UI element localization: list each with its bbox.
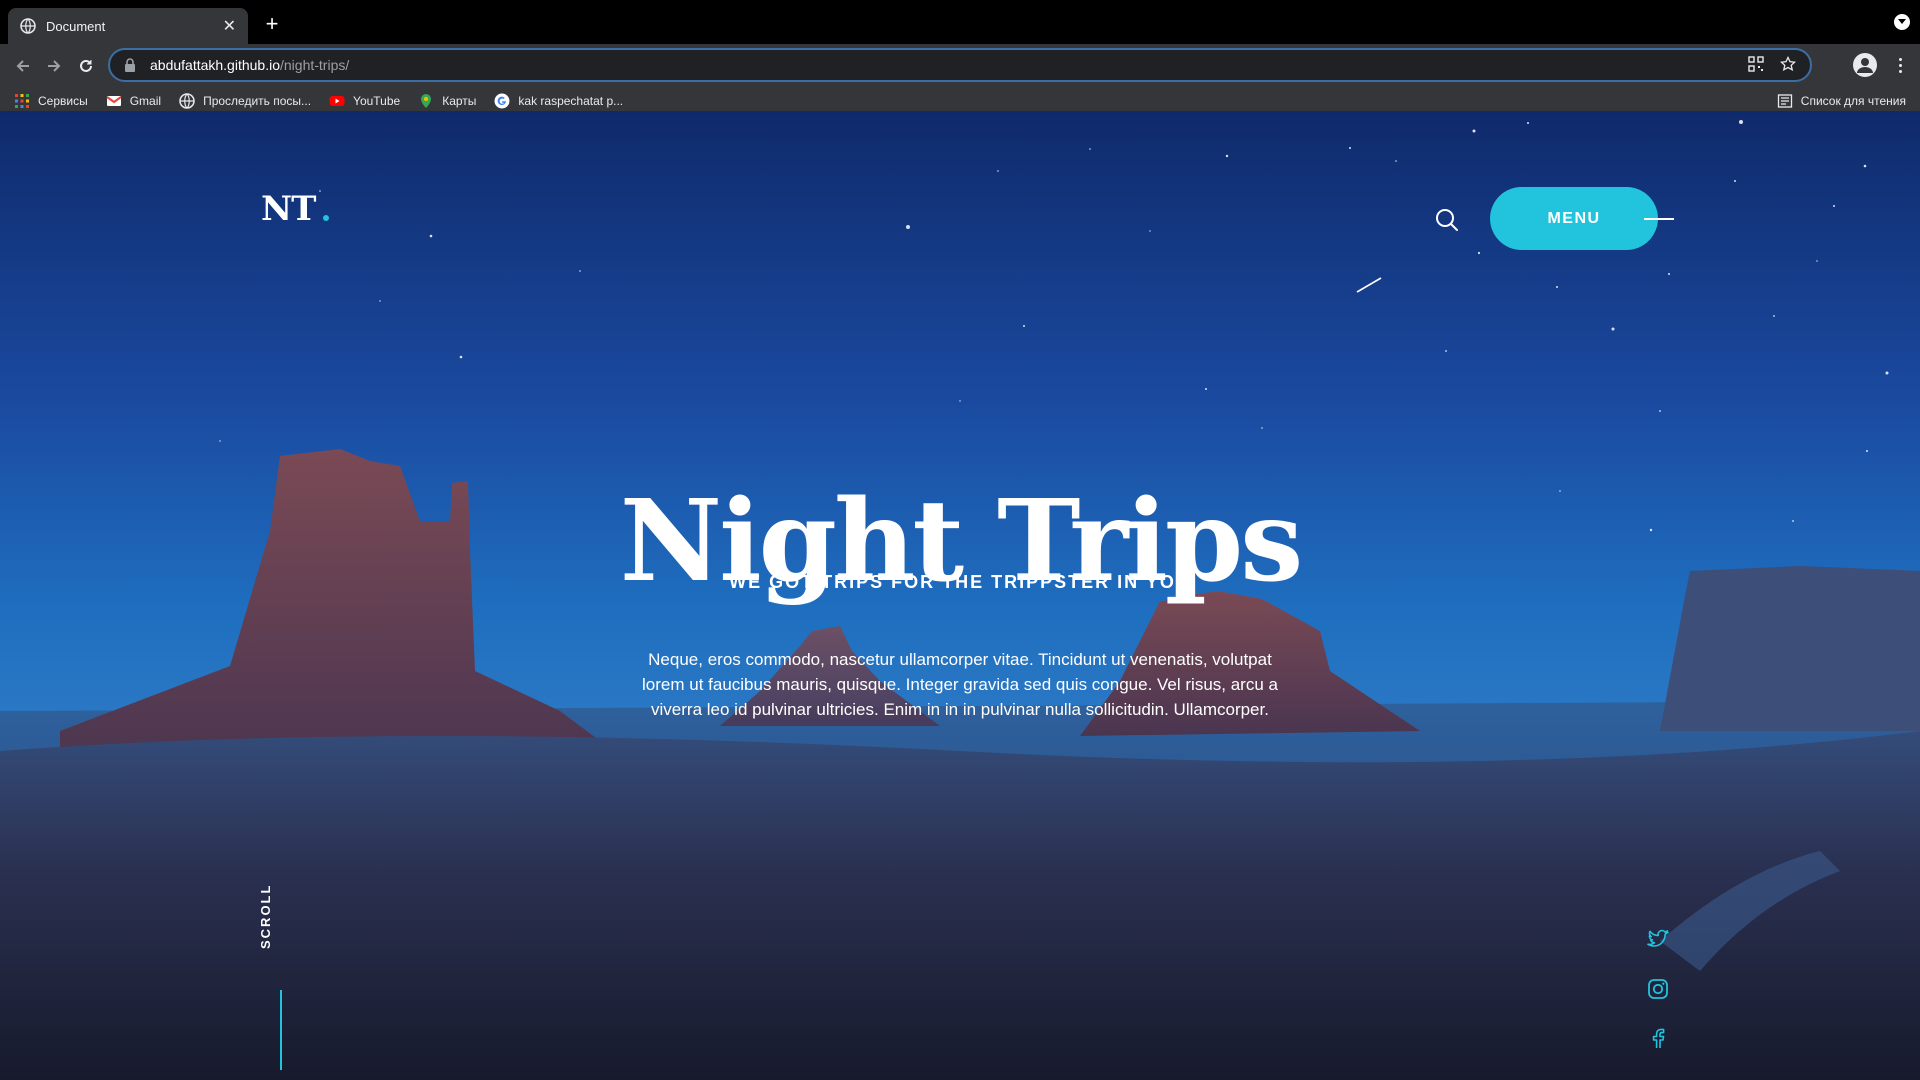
- twitter-icon[interactable]: [1646, 927, 1670, 951]
- bookmark-label: Сервисы: [38, 94, 88, 108]
- globe-icon: [20, 18, 36, 34]
- bookmark-google-search[interactable]: kak raspechatat p...: [494, 93, 623, 109]
- instagram-icon[interactable]: [1646, 977, 1670, 1001]
- tab-document[interactable]: Document ✕: [8, 8, 248, 44]
- maps-pin-icon: [421, 94, 432, 108]
- back-button[interactable]: [10, 53, 36, 79]
- bookmark-tracking[interactable]: Проследить посы...: [179, 93, 311, 109]
- globe-icon: [179, 93, 195, 109]
- bookmark-maps[interactable]: Карты: [418, 93, 476, 109]
- youtube-icon: [329, 96, 345, 106]
- bookmark-youtube[interactable]: YouTube: [329, 93, 400, 109]
- reading-list-icon: [1777, 94, 1792, 108]
- tab-strip: Document ✕ +: [0, 0, 1920, 44]
- chevron-down-icon: [1898, 19, 1906, 24]
- reload-icon: [80, 59, 92, 72]
- search-icon[interactable]: [1434, 207, 1460, 233]
- bookmark-label: YouTube: [353, 94, 401, 108]
- tab-search-button[interactable]: [1894, 14, 1910, 30]
- menu-line-decoration: [1644, 218, 1674, 220]
- forward-button[interactable]: [41, 53, 67, 79]
- address-bar[interactable]: abdufattakh.github.io/night-trips/: [108, 48, 1812, 82]
- scroll-label[interactable]: SCROLL: [258, 869, 278, 949]
- profile-avatar-icon[interactable]: [1852, 52, 1878, 78]
- lock-icon: [125, 58, 135, 72]
- bookmark-star-icon[interactable]: [1780, 56, 1796, 72]
- url-path: /night-trips/: [280, 57, 350, 73]
- hero-section: NT MENU Night Trips WE GOT TRIPS FOR THE…: [0, 111, 1920, 1080]
- bookmark-label: Gmail: [129, 94, 162, 108]
- gmail-icon: [106, 96, 122, 106]
- hero-subtitle: WE GOT TRIPS FOR THE TRIPPSTER IN YOU: [729, 572, 1191, 592]
- google-icon: [494, 93, 510, 109]
- reload-button[interactable]: [73, 53, 99, 79]
- new-tab-button[interactable]: +: [258, 10, 286, 38]
- logo-accent-dot: [323, 215, 329, 221]
- bookmark-label: kak raspechatat p...: [518, 94, 624, 108]
- url-host: abdufattakh.github.io: [150, 57, 280, 73]
- tab-title: Document: [46, 18, 106, 34]
- reading-list-label: Список для чтения: [1800, 94, 1906, 108]
- arrow-left-icon: [16, 60, 29, 72]
- arrow-right-icon: [48, 60, 61, 72]
- bookmark-services[interactable]: Сервисы: [14, 93, 88, 109]
- scroll-indicator-line: [280, 990, 282, 1070]
- bookmark-gmail[interactable]: Gmail: [106, 93, 161, 109]
- browser-menu-icon[interactable]: [1890, 52, 1910, 78]
- menu-button[interactable]: MENU: [1490, 187, 1658, 250]
- browser-toolbar: abdufattakh.github.io/night-trips/ Серви…: [0, 44, 1920, 120]
- shooting-star: [1356, 277, 1382, 293]
- qr-code-icon[interactable]: [1748, 56, 1764, 72]
- facebook-icon[interactable]: [1646, 1026, 1670, 1050]
- tab-close-icon[interactable]: ✕: [223, 16, 236, 36]
- bookmark-label: Проследить посы...: [203, 94, 312, 108]
- bookmark-label: Карты: [442, 94, 477, 108]
- hero-description: Neque, eros commodo, nascetur ullamcorpe…: [642, 650, 1278, 719]
- site-logo[interactable]: NT: [261, 189, 316, 229]
- apps-grid-icon: [15, 94, 29, 108]
